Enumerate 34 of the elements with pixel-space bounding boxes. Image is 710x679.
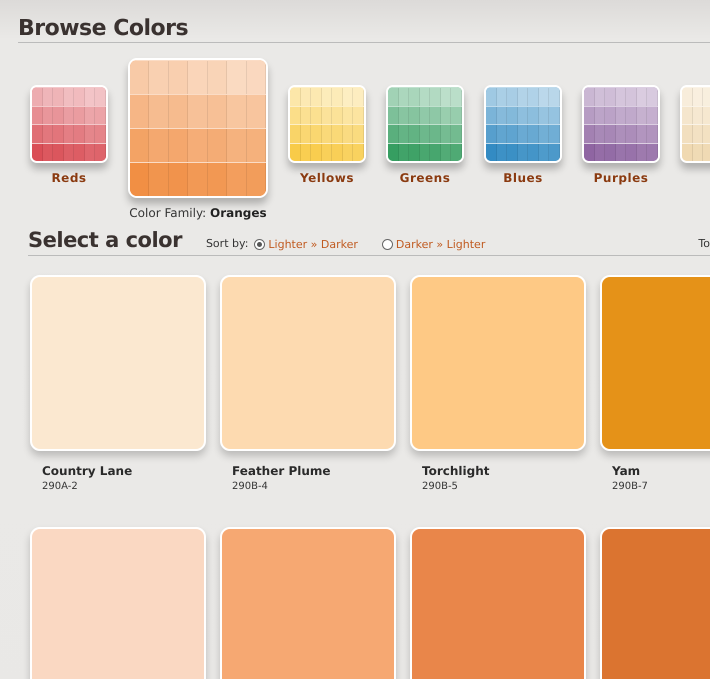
radio-button[interactable] (254, 238, 266, 250)
color-family-chip[interactable] (128, 58, 268, 198)
color-family-chip[interactable] (288, 85, 366, 163)
sort-label: Sort by: (206, 237, 248, 250)
browse-colors-heading: Browse Colors (18, 0, 710, 43)
color-family-chip[interactable] (484, 85, 562, 163)
color-swatch[interactable] (220, 527, 396, 679)
color-name: Yam (612, 464, 642, 478)
color-swatch[interactable] (410, 275, 586, 451)
color-family-chip[interactable] (30, 85, 108, 163)
sort-option-label[interactable]: Lighter » Darker (268, 238, 358, 250)
color-code: 290B-7 (612, 481, 649, 492)
color-family-link[interactable]: Yellows (300, 171, 354, 185)
color-family-link[interactable]: Reds (51, 171, 87, 185)
color-swatch[interactable] (30, 527, 206, 679)
color-name: Torchlight (422, 464, 491, 478)
color-code: 290A-2 (42, 481, 79, 492)
color-family-link[interactable]: Greens (400, 171, 450, 185)
sort-option-label[interactable]: Darker » Lighter (396, 238, 486, 250)
color-name: Feather Plume (232, 464, 332, 478)
color-code: 290B-5 (422, 481, 459, 492)
color-family-link[interactable]: Purples (594, 171, 648, 185)
color-swatch[interactable] (220, 275, 396, 451)
radio-button[interactable] (382, 238, 393, 250)
color-swatch[interactable] (410, 527, 586, 679)
color-family-caption: Color Family: Oranges (129, 206, 267, 220)
color-family-chip[interactable] (386, 85, 464, 163)
select-color-heading: Select a color (28, 228, 182, 252)
color-code: 290B-4 (232, 481, 269, 492)
toolbar-text: To (698, 237, 710, 250)
color-family-chip[interactable] (582, 85, 660, 163)
color-family-link[interactable]: Blues (503, 171, 543, 185)
color-name: Country Lane (42, 464, 134, 478)
color-swatch[interactable] (30, 275, 206, 451)
